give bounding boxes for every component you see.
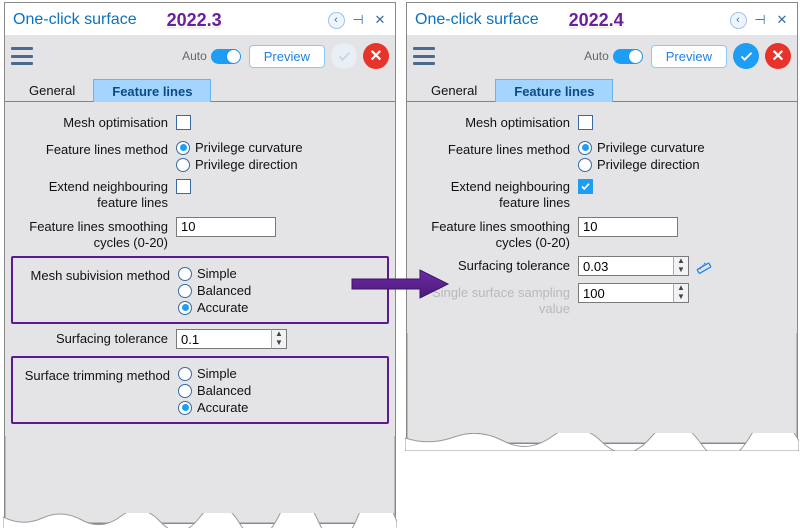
titlebar: One-click surface 2022.4 ‹ ⊣ ✕ bbox=[407, 3, 797, 35]
cancel-button[interactable]: ✕ bbox=[765, 43, 791, 69]
highlight-mesh-subdivision: Mesh subivision method Simple Balanced A… bbox=[11, 256, 389, 324]
ruler-icon[interactable] bbox=[695, 257, 713, 275]
radio-privilege-curvature[interactable] bbox=[176, 141, 190, 155]
tab-general[interactable]: General bbox=[11, 79, 93, 101]
pin-icon[interactable]: ⊣ bbox=[751, 11, 769, 29]
tolerance-stepper[interactable]: ▲▼ bbox=[271, 329, 287, 349]
preview-button[interactable]: Preview bbox=[249, 45, 325, 68]
row-surfacing-tolerance: Surfacing tolerance ▲▼ bbox=[415, 256, 789, 278]
surfacing-tolerance-input[interactable] bbox=[578, 256, 673, 276]
row-surface-trimming: Surface trimming method Simple Balanced … bbox=[15, 366, 385, 415]
auto-label: Auto bbox=[182, 49, 207, 63]
radio-privilege-direction[interactable] bbox=[176, 158, 190, 172]
cancel-button[interactable]: ✕ bbox=[363, 43, 389, 69]
panel-body: Mesh optimisation Feature lines method P… bbox=[407, 102, 797, 333]
auto-toggle[interactable] bbox=[613, 49, 643, 64]
help-icon[interactable]: ‹ bbox=[327, 11, 345, 29]
torn-edge-icon bbox=[3, 513, 397, 528]
radio-privilege-direction[interactable] bbox=[578, 158, 592, 172]
row-extend-neighbouring: Extend neighbouring feature lines bbox=[415, 177, 789, 212]
panel-body: Mesh optimisation Feature lines method P… bbox=[5, 102, 395, 436]
help-icon[interactable]: ‹ bbox=[729, 11, 747, 29]
tabs: General Feature lines bbox=[5, 77, 395, 102]
single-surface-sampling-input[interactable] bbox=[578, 283, 673, 303]
toolbar: Auto Preview ✕ bbox=[5, 35, 395, 77]
toolbar: Auto Preview ✕ bbox=[407, 35, 797, 77]
row-single-surface-sampling: Single surface sampling value ▲▼ bbox=[415, 283, 789, 318]
extend-neighbouring-checkbox[interactable] bbox=[578, 179, 593, 194]
preview-button[interactable]: Preview bbox=[651, 45, 727, 68]
sampling-stepper[interactable]: ▲▼ bbox=[673, 283, 689, 303]
panel-2022-3: One-click surface 2022.3 ‹ ⊣ ✕ Auto Prev… bbox=[4, 2, 396, 524]
mesh-optimisation-checkbox[interactable] bbox=[176, 115, 191, 130]
radio-subdiv-balanced[interactable] bbox=[178, 284, 192, 298]
confirm-button[interactable] bbox=[331, 43, 357, 69]
radio-trim-simple[interactable] bbox=[178, 367, 192, 381]
row-surfacing-tolerance: Surfacing tolerance ▲▼ bbox=[13, 329, 387, 351]
row-extend-neighbouring: Extend neighbouring feature lines bbox=[13, 177, 387, 212]
radio-trim-balanced[interactable] bbox=[178, 384, 192, 398]
smoothing-cycles-input[interactable] bbox=[176, 217, 276, 237]
row-feature-lines-method: Feature lines method Privilege curvature… bbox=[13, 140, 387, 172]
row-smoothing-cycles: Feature lines smoothing cycles (0-20) bbox=[13, 217, 387, 252]
version-badge: 2022.4 bbox=[569, 10, 624, 31]
row-mesh-optimisation: Mesh optimisation bbox=[415, 113, 789, 135]
highlight-surface-trimming: Surface trimming method Simple Balanced … bbox=[11, 356, 389, 424]
smoothing-cycles-input[interactable] bbox=[578, 217, 678, 237]
tab-general[interactable]: General bbox=[413, 79, 495, 101]
version-badge: 2022.3 bbox=[167, 10, 222, 31]
pin-icon[interactable]: ⊣ bbox=[349, 11, 367, 29]
radio-privilege-curvature[interactable] bbox=[578, 141, 592, 155]
panel-2022-4: One-click surface 2022.4 ‹ ⊣ ✕ Auto Prev… bbox=[406, 2, 798, 444]
titlebar: One-click surface 2022.3 ‹ ⊣ ✕ bbox=[5, 3, 395, 35]
surfacing-tolerance-input[interactable] bbox=[176, 329, 271, 349]
auto-toggle[interactable] bbox=[211, 49, 241, 64]
row-mesh-optimisation: Mesh optimisation bbox=[13, 113, 387, 135]
comparison-stage: One-click surface 2022.3 ‹ ⊣ ✕ Auto Prev… bbox=[0, 0, 800, 528]
auto-label: Auto bbox=[584, 49, 609, 63]
panel-title: One-click surface bbox=[415, 11, 539, 29]
row-smoothing-cycles: Feature lines smoothing cycles (0-20) bbox=[415, 217, 789, 252]
menu-icon[interactable] bbox=[413, 47, 435, 65]
close-icon[interactable]: ✕ bbox=[773, 11, 791, 29]
close-icon[interactable]: ✕ bbox=[371, 11, 389, 29]
tolerance-stepper[interactable]: ▲▼ bbox=[673, 256, 689, 276]
row-feature-lines-method: Feature lines method Privilege curvature… bbox=[415, 140, 789, 172]
tabs: General Feature lines bbox=[407, 77, 797, 102]
row-mesh-subdivision: Mesh subivision method Simple Balanced A… bbox=[15, 266, 385, 315]
menu-icon[interactable] bbox=[11, 47, 33, 65]
confirm-button[interactable] bbox=[733, 43, 759, 69]
tab-feature-lines[interactable]: Feature lines bbox=[495, 79, 613, 102]
panel-title: One-click surface bbox=[13, 11, 137, 29]
mesh-optimisation-checkbox[interactable] bbox=[578, 115, 593, 130]
tab-feature-lines[interactable]: Feature lines bbox=[93, 79, 211, 102]
torn-edge-icon bbox=[405, 433, 799, 451]
radio-subdiv-accurate[interactable] bbox=[178, 301, 192, 315]
extend-neighbouring-checkbox[interactable] bbox=[176, 179, 191, 194]
radio-subdiv-simple[interactable] bbox=[178, 267, 192, 281]
radio-trim-accurate[interactable] bbox=[178, 401, 192, 415]
